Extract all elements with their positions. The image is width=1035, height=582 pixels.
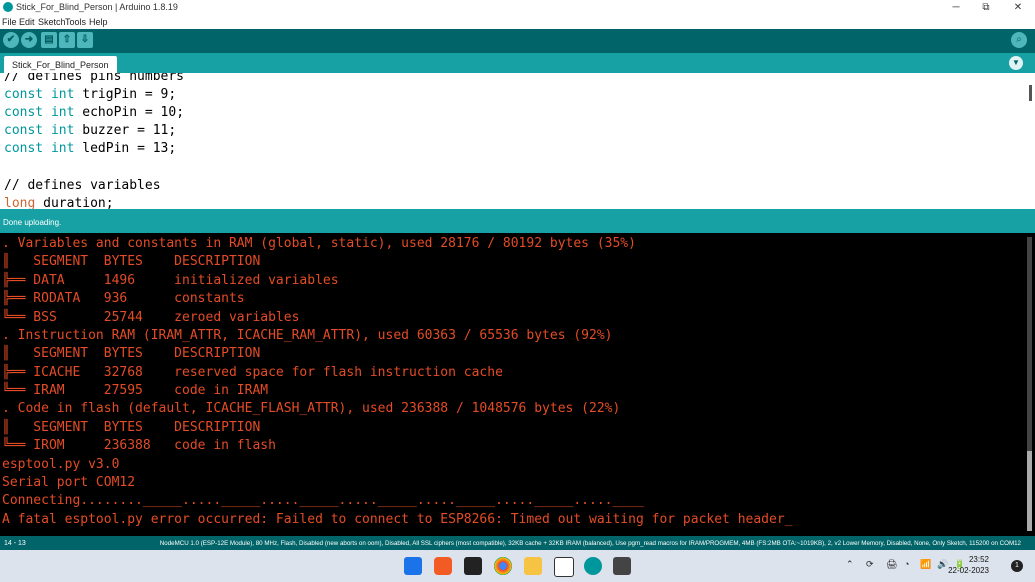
menu-help[interactable]: Help bbox=[89, 17, 108, 27]
console-line: ║ SEGMENT BYTES DESCRIPTION bbox=[2, 420, 261, 435]
status-bar: Done uploading. bbox=[0, 209, 1035, 233]
arduino-logo-icon bbox=[3, 2, 13, 12]
sync-icon[interactable]: ⟳ bbox=[866, 559, 874, 570]
console-scrollbar[interactable] bbox=[1027, 237, 1032, 531]
minimize-button[interactable]: ─ bbox=[947, 1, 965, 14]
toolbar: ✔ ➜ ▤ ⇧ ⇩ ⌕ bbox=[0, 29, 1035, 53]
volume-icon[interactable]: 🔊 bbox=[937, 559, 948, 570]
code-line: const int buzzer = 11; bbox=[4, 123, 177, 138]
code-line: const int ledPin = 13; bbox=[4, 141, 177, 156]
console-line: ╚══ BSS 25744 zeroed variables bbox=[2, 310, 300, 325]
console-line: ╠══ DATA 1496 initialized variables bbox=[2, 273, 339, 288]
network-activity-icon[interactable]: ◔ bbox=[904, 559, 909, 569]
console-line: Connecting........_____....._____.....__… bbox=[2, 493, 644, 508]
menu-bar: File Edit Sketch Tools Help bbox=[0, 15, 1035, 29]
clock-date: 22-02-2023 bbox=[948, 566, 989, 575]
console-line: . Instruction RAM (IRAM_ATTR, ICACHE_RAM… bbox=[2, 328, 613, 343]
console-line: ╠══ RODATA 936 constants bbox=[2, 291, 245, 306]
printer-icon[interactable]: 🖨 bbox=[886, 559, 897, 570]
title-bar: Stick_For_Blind_Person | Arduino 1.8.19 … bbox=[0, 0, 1035, 15]
serial-monitor-button[interactable]: ⌕ bbox=[1011, 32, 1027, 48]
console-line: esptool.py v3.0 bbox=[2, 457, 120, 472]
verify-button[interactable]: ✔ bbox=[3, 32, 19, 48]
menu-edit[interactable]: Edit bbox=[19, 17, 35, 27]
console-line: ╠══ ICACHE 32768 reserved space for flas… bbox=[2, 365, 503, 380]
maximize-button[interactable]: ⧉ bbox=[977, 1, 995, 14]
brave-icon[interactable] bbox=[434, 557, 452, 575]
close-button[interactable]: ✕ bbox=[1009, 1, 1027, 14]
board-info-bar: 14 - 13 NodeMCU 1.0 (ESP-12E Module), 80… bbox=[0, 536, 1035, 550]
console-line: ║ SEGMENT BYTES DESCRIPTION bbox=[2, 254, 261, 269]
console-line: A fatal esptool.py error occurred: Faile… bbox=[2, 512, 793, 527]
console-line: ╚══ IRAM 27595 code in IRAM bbox=[2, 383, 269, 398]
arduino-taskbar-icon[interactable] bbox=[584, 557, 602, 575]
screen-capture-icon[interactable] bbox=[554, 557, 574, 577]
chrome-icon[interactable] bbox=[494, 557, 512, 575]
windows-taskbar: ⌃ ⟳ 🖨 ◔ 📶 🔊 🔋 23:52 22-02-2023 1 bbox=[0, 550, 1035, 582]
file-explorer-icon[interactable] bbox=[524, 557, 542, 575]
console-scrollbar-thumb[interactable] bbox=[1027, 451, 1032, 531]
code-editor[interactable]: // defines pins numbers const int trigPi… bbox=[0, 73, 1035, 209]
console-line: . Code in flash (default, ICACHE_FLASH_A… bbox=[2, 401, 621, 416]
save-sketch-button[interactable]: ⇩ bbox=[77, 32, 93, 48]
status-message: Done uploading. bbox=[3, 218, 62, 227]
console-line: Serial port COM12 bbox=[2, 475, 136, 490]
menu-tools[interactable]: Tools bbox=[65, 17, 86, 27]
code-line: // defines variables bbox=[4, 178, 161, 193]
menu-sketch[interactable]: Sketch bbox=[38, 17, 66, 27]
notification-badge[interactable]: 1 bbox=[1011, 560, 1023, 572]
console-line: . Variables and constants in RAM (global… bbox=[2, 236, 636, 251]
tab-sketch[interactable]: Stick_For_Blind_Person bbox=[4, 56, 117, 73]
code-line: long duration; bbox=[4, 196, 114, 209]
code-line: // defines pins numbers bbox=[4, 73, 185, 84]
menu-file[interactable]: File bbox=[2, 17, 17, 27]
line-number: 14 - 13 bbox=[4, 540, 26, 547]
clock[interactable]: 23:52 22-02-2023 bbox=[948, 554, 989, 576]
notion-icon[interactable] bbox=[464, 557, 482, 575]
tray-chevron-icon[interactable]: ⌃ bbox=[846, 559, 854, 570]
console-line: ╚══ IROM 236388 code in flash bbox=[2, 438, 276, 453]
tab-bar: Stick_For_Blind_Person ▼ bbox=[0, 53, 1035, 73]
tab-menu-button[interactable]: ▼ bbox=[1009, 56, 1023, 70]
code-line: const int echoPin = 10; bbox=[4, 105, 185, 120]
editor-scrollbar[interactable] bbox=[1029, 85, 1032, 101]
windows-start-icon[interactable] bbox=[404, 557, 422, 575]
wifi-icon[interactable]: 📶 bbox=[920, 559, 931, 570]
snipping-tool-icon[interactable] bbox=[613, 557, 631, 575]
upload-button[interactable]: ➜ bbox=[21, 32, 37, 48]
code-line: const int trigPin = 9; bbox=[4, 87, 177, 102]
clock-time: 23:52 bbox=[968, 555, 989, 564]
window-title: Stick_For_Blind_Person | Arduino 1.8.19 bbox=[16, 2, 178, 12]
open-sketch-button[interactable]: ⇧ bbox=[59, 32, 75, 48]
console-output[interactable]: . Variables and constants in RAM (global… bbox=[0, 233, 1035, 536]
board-config: NodeMCU 1.0 (ESP-12E Module), 80 MHz, Fl… bbox=[159, 540, 1021, 547]
console-line: ║ SEGMENT BYTES DESCRIPTION bbox=[2, 346, 261, 361]
new-sketch-button[interactable]: ▤ bbox=[41, 32, 57, 48]
